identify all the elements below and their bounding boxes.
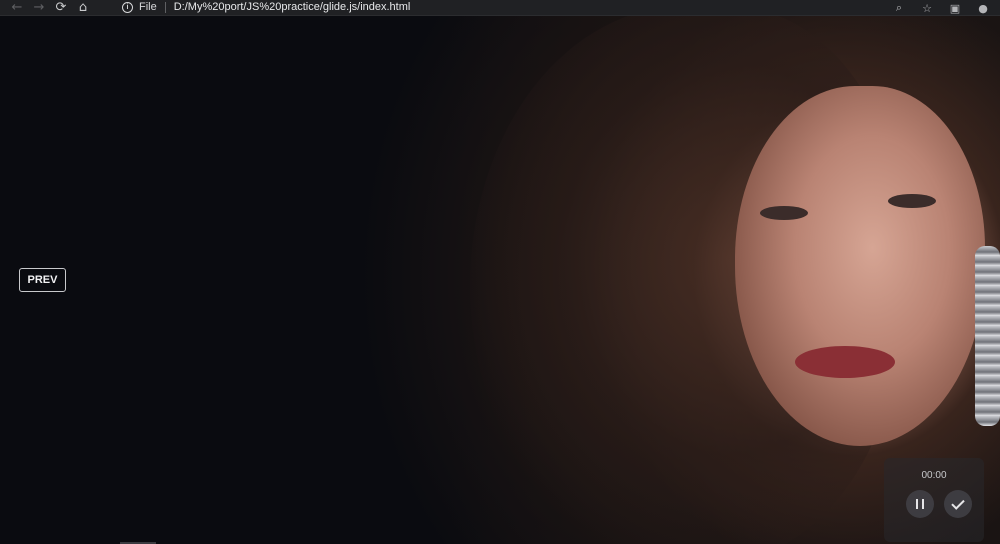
slide-image-eye-right [888,194,936,208]
browser-toolbar: ← → ⟳ ⌂ i File D:/My%20port/JS%20practic… [0,0,1000,16]
slide-image-face [735,86,985,446]
pause-icon [916,499,924,509]
extension-icon[interactable]: ▣ [946,2,964,15]
home-icon[interactable]: ⌂ [72,0,94,16]
recording-time: 00:00 [921,470,947,481]
slider-stage: PREV 00:00 [0,16,1000,544]
address-scheme-label: File [139,1,157,13]
profile-icon[interactable]: ● [974,2,992,15]
check-icon [951,495,965,510]
recording-widget: 00:00 [884,458,984,542]
slide-image-lips [795,346,895,378]
slide-image-eye-left [760,206,808,220]
back-arrow-icon[interactable]: ← [6,0,28,16]
prev-button[interactable]: PREV [19,268,66,292]
search-icon[interactable]: ⌕ [890,1,908,15]
address-url[interactable]: D:/My%20port/JS%20practice/glide.js/inde… [174,1,411,13]
forward-arrow-icon[interactable]: → [28,0,50,16]
address-bar[interactable]: i File D:/My%20port/JS%20practice/glide.… [112,0,882,14]
star-icon[interactable]: ☆ [918,2,936,15]
pause-button[interactable] [906,490,934,518]
address-separator [164,1,166,13]
done-button[interactable] [944,490,972,518]
slide-image-earring [975,246,1000,426]
toolbar-right-icons: ⌕ ☆ ▣ ● [890,0,992,16]
reload-icon[interactable]: ⟳ [50,0,72,16]
info-icon[interactable]: i [122,1,133,13]
